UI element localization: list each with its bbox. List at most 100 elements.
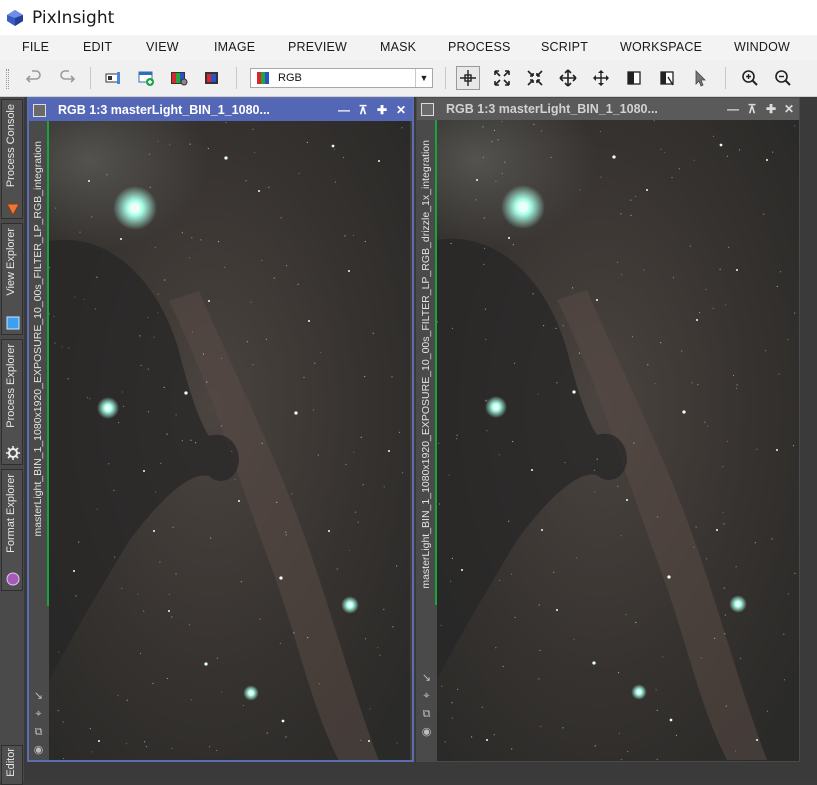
lock-icon[interactable]: ◉ — [420, 726, 433, 739]
window-title-bar[interactable]: RGB 1:3 masterLight_BIN_1_1080... — ⊼ ✚ … — [29, 99, 412, 121]
pan-button[interactable] — [556, 66, 580, 90]
preview-mode-icon — [660, 71, 674, 86]
title-bar: PixInsight — [0, 0, 817, 35]
shrink-icon[interactable]: ↘ — [420, 672, 433, 685]
rgb-channels-icon — [171, 72, 188, 86]
view-explorer-label: View Explorer — [5, 228, 17, 296]
editor-label: Editor — [5, 748, 17, 777]
gear-icon — [6, 446, 20, 460]
menu-workspace[interactable]: WORKSPACE — [620, 40, 702, 54]
maximize-icon[interactable]: ✚ — [763, 101, 779, 117]
zoom-fit-button[interactable] — [490, 66, 514, 90]
image-window-1[interactable]: RGB 1:3 masterLight_BIN_1_1080... — ⊼ ✚ … — [27, 97, 414, 762]
minimize-icon[interactable]: — — [725, 101, 741, 117]
astro-image-1[interactable] — [49, 121, 412, 760]
chevron-down-icon[interactable]: ▼ — [415, 69, 432, 87]
menu-process[interactable]: PROCESS — [448, 40, 511, 54]
view-identifier: masterLight_BIN_1_1080x1920_EXPOSURE_10_… — [32, 141, 44, 537]
select-button[interactable] — [688, 66, 712, 90]
readout-button[interactable] — [456, 66, 480, 90]
center-icon — [593, 70, 609, 86]
tab-view-explorer[interactable]: View Explorer — [1, 223, 23, 335]
undo-icon — [25, 70, 41, 83]
square-icon — [6, 316, 20, 330]
shade-icon[interactable]: ⊼ — [744, 101, 760, 117]
menu-image[interactable]: IMAGE — [214, 40, 255, 54]
fit-icon[interactable]: ⌖ — [32, 708, 45, 721]
toolbar-separator — [236, 67, 237, 89]
pixinsight-app: PixInsight FILE EDIT VIEW IMAGE PREVIEW … — [0, 0, 817, 785]
window-title-bar[interactable]: RGB 1:3 masterLight_BIN_1_1080... — ⊼ ✚ … — [417, 98, 799, 120]
crop-button[interactable] — [622, 66, 646, 90]
mask-icon — [205, 72, 218, 84]
tab-process-explorer[interactable]: Process Explorer — [1, 339, 23, 465]
window-icon — [421, 102, 434, 116]
readout-icon — [460, 70, 476, 86]
menu-script[interactable]: SCRIPT — [541, 40, 588, 54]
window-icon — [33, 103, 46, 117]
tab-editor[interactable]: Editor — [1, 745, 23, 785]
menu-mask[interactable]: MASK — [380, 40, 416, 54]
shrink-icon[interactable]: ↘ — [32, 690, 45, 703]
menu-edit[interactable]: EDIT — [83, 40, 112, 54]
mask-button[interactable] — [200, 66, 224, 90]
preview-mode-button[interactable] — [655, 66, 679, 90]
menu-view[interactable]: VIEW — [146, 40, 179, 54]
lock-icon[interactable]: ◉ — [32, 744, 45, 757]
zoom-fit-width-icon — [527, 70, 543, 86]
new-window-button[interactable] — [101, 66, 125, 90]
minimize-icon[interactable]: — — [336, 102, 352, 118]
toolbar-separator — [90, 67, 91, 89]
format-explorer-label: Format Explorer — [5, 474, 17, 553]
triangle-icon — [6, 203, 20, 216]
zoom-fit-width-button[interactable] — [523, 66, 547, 90]
maximize-icon[interactable]: ✚ — [374, 102, 390, 118]
window-title: RGB 1:3 masterLight_BIN_1_1080... — [446, 102, 658, 116]
main-toolbar: RGB ▼ — [0, 60, 817, 97]
channel-select[interactable]: RGB ▼ — [250, 68, 433, 88]
tab-format-explorer[interactable]: Format Explorer — [1, 469, 23, 591]
redo-icon — [60, 70, 76, 83]
window-side-panel: masterLight_BIN_1_1080x1920_EXPOSURE_10_… — [417, 120, 437, 761]
redo-button[interactable] — [55, 66, 79, 90]
toolbar-grip[interactable] — [6, 69, 9, 89]
menu-preview[interactable]: PREVIEW — [288, 40, 347, 54]
zoom-out-button[interactable] — [771, 66, 795, 90]
app-title: PixInsight — [32, 7, 115, 28]
tab-process-console[interactable]: Process Console — [1, 99, 23, 219]
select-icon — [695, 70, 706, 87]
pixinsight-logo-icon — [7, 9, 23, 26]
circle-icon — [6, 572, 20, 586]
toolbar-separator — [445, 67, 446, 89]
process-console-label: Process Console — [5, 104, 17, 188]
clone-icon[interactable]: ⧉ — [420, 708, 433, 721]
image-window-2[interactable]: RGB 1:3 masterLight_BIN_1_1080... — ⊼ ✚ … — [416, 97, 800, 762]
new-preview-icon — [138, 71, 154, 86]
shade-icon[interactable]: ⊼ — [355, 102, 371, 118]
window-title: RGB 1:3 masterLight_BIN_1_1080... — [58, 103, 270, 117]
zoom-fit-icon — [494, 70, 510, 86]
close-icon[interactable]: ✕ — [393, 102, 409, 118]
close-icon[interactable]: ✕ — [781, 101, 797, 117]
center-button[interactable] — [589, 66, 613, 90]
crop-icon — [627, 71, 641, 85]
new-preview-button[interactable] — [134, 66, 158, 90]
channel-select-value: RGB — [278, 72, 302, 84]
rgb-channels-button[interactable] — [167, 66, 191, 90]
zoom-out-icon — [775, 70, 791, 86]
menu-window[interactable]: WINDOW — [734, 40, 790, 54]
menu-bar: FILE EDIT VIEW IMAGE PREVIEW MASK PROCES… — [0, 35, 817, 60]
astro-image-2[interactable] — [437, 120, 799, 761]
zoom-in-button[interactable] — [738, 66, 762, 90]
clone-icon[interactable]: ⧉ — [32, 726, 45, 739]
undo-button[interactable] — [22, 66, 46, 90]
menu-file[interactable]: FILE — [22, 40, 49, 54]
fit-icon[interactable]: ⌖ — [420, 690, 433, 703]
rgb-swatch-icon — [257, 72, 269, 84]
view-identifier: masterLight_BIN_1_1080x1920_EXPOSURE_10_… — [420, 140, 432, 589]
left-dock: Process Console View Explorer Process Ex… — [0, 97, 24, 785]
toolbar-separator — [725, 67, 726, 89]
process-explorer-label: Process Explorer — [5, 344, 17, 428]
window-side-panel: masterLight_BIN_1_1080x1920_EXPOSURE_10_… — [29, 121, 49, 760]
pan-icon — [559, 69, 577, 87]
